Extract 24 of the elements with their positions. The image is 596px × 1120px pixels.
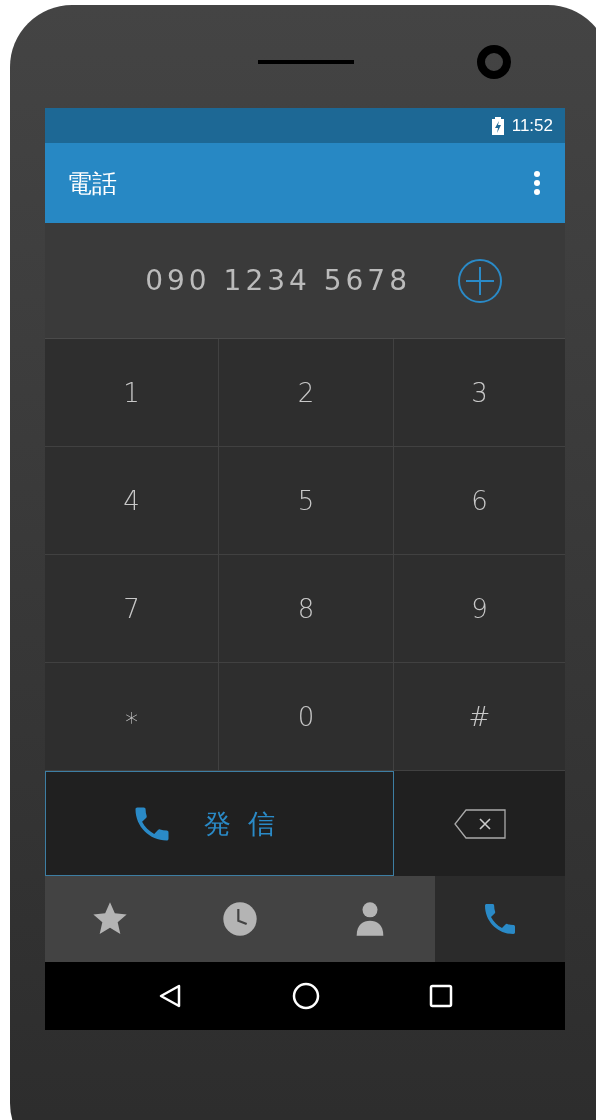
backspace-icon[interactable]: [453, 808, 506, 839]
call-button[interactable]: 発 信: [45, 771, 394, 876]
keypad-key[interactable]: 2: [219, 339, 394, 447]
keypad-key[interactable]: 0: [219, 663, 394, 771]
clock-time: 11:52: [511, 115, 553, 136]
keypad-key[interactable]: 7: [45, 555, 219, 663]
keypad-key[interactable]: ∗: [45, 663, 219, 771]
nav-tab[interactable]: [435, 876, 565, 962]
keypad-key[interactable]: 5: [219, 447, 394, 555]
overflow-menu-icon[interactable]: [533, 170, 541, 196]
keypad-key[interactable]: #: [394, 663, 565, 771]
home-icon[interactable]: [292, 982, 320, 1010]
keypad-key[interactable]: 8: [219, 555, 394, 663]
recent-apps-icon[interactable]: [428, 984, 453, 1008]
camera-lens: [476, 44, 512, 80]
keypad-key[interactable]: 6: [394, 447, 565, 555]
dialed-number: 090 1234 5678: [145, 264, 411, 297]
keypad-key[interactable]: 9: [394, 555, 565, 663]
keypad-key[interactable]: 4: [45, 447, 219, 555]
keypad-key[interactable]: 3: [394, 339, 565, 447]
clock-icon: [220, 899, 260, 939]
app-title: 電話: [67, 167, 117, 200]
add-contact-icon[interactable]: [457, 257, 503, 304]
keypad-key[interactable]: 1: [45, 339, 219, 447]
